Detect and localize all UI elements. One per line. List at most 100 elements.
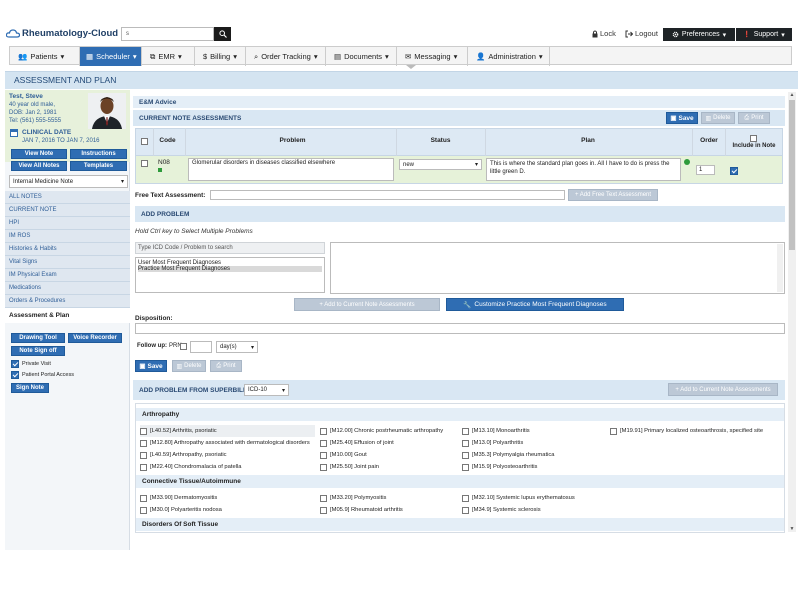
superbill-item[interactable]: [L40.59] Arthropathy, psoriatic	[140, 449, 227, 461]
instructions-button[interactable]: Instructions	[70, 149, 127, 159]
nav-scheduler[interactable]: ▦ Scheduler ▾	[80, 47, 142, 66]
followup-delete-button[interactable]: ▥ Delete	[172, 360, 206, 372]
followup-print-button[interactable]: ⎙ Print	[210, 360, 242, 372]
print-button[interactable]: ⎙ Print	[738, 112, 770, 124]
followup-number-input[interactable]	[190, 341, 212, 353]
superbill-item[interactable]: [M33.90] Dermatomyositis	[140, 492, 217, 504]
view-note-button[interactable]: View Note	[11, 149, 67, 159]
logout-link[interactable]: Logout	[625, 29, 658, 38]
search-input[interactable]: s	[121, 27, 214, 41]
save-button[interactable]: ▣ Save	[666, 112, 698, 124]
superbill-item[interactable]: [M12.80] Arthropathy associated with der…	[140, 437, 310, 449]
include-checkbox[interactable]	[730, 167, 738, 175]
patient-portal-checkbox[interactable]: Patient Portal Access	[11, 371, 74, 379]
superbill-item[interactable]: [M32.10] Systemic lupus erythematosus	[462, 492, 575, 504]
preferences-button[interactable]: Preferences ▾	[663, 28, 735, 41]
diagnosis-results[interactable]	[330, 242, 785, 294]
private-visit-checkbox[interactable]: Private Visit	[11, 360, 51, 368]
followup-label: Follow up: PRN	[137, 343, 182, 349]
superbill-item[interactable]: [M15.9] Polyosteoarthritis	[462, 461, 537, 473]
nav-documents[interactable]: ▤ Documents ▾	[326, 47, 397, 66]
em-advice-bar[interactable]: E&M Advice	[133, 96, 785, 108]
superbill-item[interactable]: [M13.0] Polyarthritis	[462, 437, 523, 449]
dollar-icon: $	[203, 52, 208, 61]
view-all-notes-button[interactable]: View All Notes	[11, 161, 67, 171]
calendar-icon	[10, 129, 18, 137]
sidebar-item-im-ros[interactable]: IM ROS	[5, 230, 130, 243]
superbill-item[interactable]: [M25.40] Effusion of joint	[320, 437, 394, 449]
superbill-item[interactable]: [L40.52] Arthritis, psoriatic	[140, 425, 315, 437]
nav-patients[interactable]: 👥 Patients ▾	[10, 47, 80, 66]
sidebar-item-vital-signs[interactable]: Vital Signs	[5, 256, 130, 269]
row-checkbox[interactable]	[141, 160, 148, 167]
sidebar-item-assessment-plan[interactable]: Assessment & Plan	[5, 308, 130, 323]
superbill-item[interactable]: [M30.0] Polyarteritis nodosa	[140, 504, 222, 516]
followup-unit-select[interactable]: day(s) ▾	[216, 341, 258, 353]
brand-logo[interactable]: Rheumatology-Cloud	[6, 28, 118, 39]
diagnosis-list[interactable]: User Most Frequent Diagnoses Practice Mo…	[135, 257, 325, 293]
superbill-item[interactable]: [M10.00] Gout	[320, 449, 367, 461]
superbill-item[interactable]: [M34.9] Systemic sclerosis	[462, 504, 541, 516]
floppy-icon: ▣	[670, 115, 677, 122]
scrollbar[interactable]: ▲ ▼	[788, 92, 796, 532]
nav-emr[interactable]: ⧉ EMR ▾	[142, 47, 195, 66]
superbill-item[interactable]: [M35.3] Polymyalgia rheumatica	[462, 449, 554, 461]
superbill-item[interactable]: [M12.00] Chronic postrheumatic arthropat…	[320, 425, 443, 437]
superbill-add-button[interactable]: + Add to Current Note Assessments	[668, 383, 778, 396]
superbill-item[interactable]: [M33.20] Polymyositis	[320, 492, 386, 504]
code-set-select[interactable]: ICD-10 ▾	[244, 384, 289, 396]
drawing-tool-button[interactable]: Drawing Tool	[11, 333, 65, 343]
prn-checkbox[interactable]	[180, 343, 187, 350]
lock-link[interactable]: Lock	[592, 29, 616, 38]
note-sign-off-button[interactable]: Note Sign off	[11, 346, 65, 356]
support-button[interactable]: ❗ Support ▾	[736, 28, 792, 41]
problem-field[interactable]: Glomerular disorders in diseases classif…	[188, 158, 394, 181]
sidebar-item-orders[interactable]: Orders & Procedures	[5, 295, 130, 308]
superbill-item[interactable]: [M25.50] Joint pain	[320, 461, 379, 473]
plan-field[interactable]: This is where the standard plan goes in.…	[486, 158, 681, 181]
problem-search-input[interactable]: Type ICD Code / Problem to search	[135, 242, 325, 254]
order-field[interactable]: 1	[696, 165, 715, 175]
delete-button[interactable]: ▥ Delete	[701, 112, 735, 124]
floppy-icon: ▣	[139, 363, 146, 370]
nav-billing[interactable]: $ Billing ▾	[195, 47, 246, 66]
nav-administration[interactable]: 👤 Administration ▾	[468, 47, 550, 66]
sidebar-item-hpi[interactable]: HPI	[5, 217, 130, 230]
superbill-item[interactable]: [M22.40] Chondromalacia of patella	[140, 461, 242, 473]
status-select[interactable]: new ▾	[399, 159, 482, 170]
sidebar-item-all-notes[interactable]: ALL NOTES	[5, 191, 130, 204]
patient-dob: DOB: Jan 2, 1981	[9, 110, 57, 116]
select-all-checkbox[interactable]	[141, 138, 148, 145]
disposition-input[interactable]	[135, 323, 785, 334]
include-all-checkbox[interactable]	[750, 135, 757, 142]
customize-diagnoses-button[interactable]: 🔧 Customize Practice Most Frequent Diagno…	[446, 298, 624, 311]
chevron-down-icon: ▾	[781, 31, 785, 39]
sidebar-item-medications[interactable]: Medications	[5, 282, 130, 295]
nav-order-tracking[interactable]: ⌕ Order Tracking ▾	[246, 47, 326, 66]
sidebar-item-im-physical-exam[interactable]: IM Physical Exam	[5, 269, 130, 282]
col-plan: Plan	[581, 137, 595, 144]
voice-recorder-button[interactable]: Voice Recorder	[68, 333, 122, 343]
add-to-assessments-button[interactable]: + Add to Current Note Assessments	[294, 298, 440, 311]
cloud-icon	[6, 29, 20, 38]
superbill-item[interactable]: [M19.91] Primary localized osteoarthrosi…	[610, 425, 763, 437]
sign-note-button[interactable]: Sign Note	[11, 383, 49, 393]
add-free-text-button[interactable]: + Add Free Text Assessment	[568, 189, 658, 201]
free-text-input[interactable]	[210, 190, 565, 200]
sidebar-item-histories[interactable]: Histories & Habits	[5, 243, 130, 256]
note-type-select[interactable]: Internal Medicine Note ▾	[9, 175, 128, 188]
group-soft-tissue: Disorders Of Soft Tissue	[136, 518, 784, 531]
page-title: ASSESSMENT AND PLAN	[14, 75, 117, 85]
sidebar-item-current-note[interactable]: CURRENT NOTE	[5, 204, 130, 217]
brand-name: Rheumatology-Cloud	[22, 28, 119, 39]
list-item[interactable]: Practice Most Frequent Diagnoses	[138, 266, 322, 272]
templates-button[interactable]: Templates	[70, 161, 127, 171]
superbill-item[interactable]: [M13.10] Monoarthritis	[462, 425, 530, 437]
nav-messaging[interactable]: ✉ Messaging ▾	[397, 47, 468, 66]
search-button[interactable]	[214, 27, 231, 41]
scrollbar-thumb[interactable]	[789, 100, 795, 250]
green-d-icon[interactable]	[684, 159, 690, 165]
followup-save-button[interactable]: ▣ Save	[135, 360, 167, 372]
trash-icon: ▥	[176, 363, 183, 370]
superbill-item[interactable]: [M05.9] Rheumatoid arthritis	[320, 504, 403, 516]
